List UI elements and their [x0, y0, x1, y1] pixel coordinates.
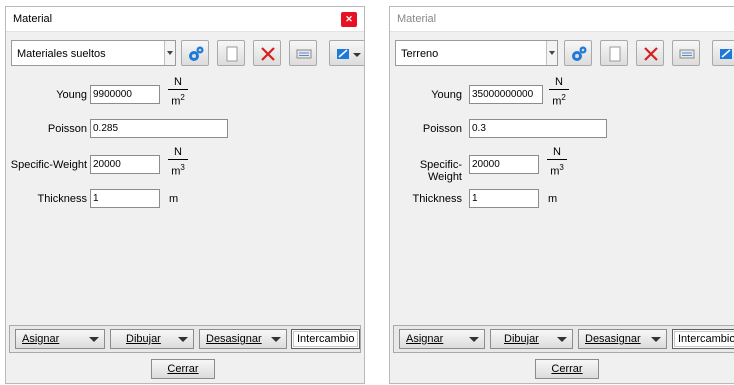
thickness-label: Thickness	[412, 193, 462, 205]
list-button[interactable]	[672, 40, 700, 66]
specific-weight-input[interactable]: 20000	[90, 155, 160, 174]
chevron-down-icon[interactable]	[546, 41, 557, 65]
young-input[interactable]: 9900000	[90, 85, 160, 104]
young-input[interactable]: 35000000000	[469, 85, 543, 104]
material-window-right: Material Terreno Young 35000000000 N m2 …	[389, 6, 734, 384]
chevron-down-icon	[552, 330, 572, 348]
window-title: Material	[397, 13, 437, 25]
list-button[interactable]	[289, 40, 317, 66]
edit-material-button[interactable]	[181, 40, 209, 66]
color-edit-button[interactable]	[712, 40, 734, 66]
intercambio-button[interactable]: Intercambio	[291, 329, 360, 349]
specific-weight-input[interactable]: 20000	[469, 155, 539, 174]
color-edit-button[interactable]	[329, 40, 364, 66]
material-window-left: Material ✕ Materiales sueltos Young 9900…	[5, 6, 365, 384]
material-select-value: Materiales sueltos	[17, 48, 106, 60]
cerrar-button[interactable]: Cerrar	[535, 359, 599, 379]
poisson-label: Poisson	[47, 123, 87, 135]
list-icon	[679, 49, 695, 59]
title-bar: Material	[390, 7, 734, 32]
color-edit-icon	[720, 49, 732, 59]
color-edit-icon	[337, 49, 361, 59]
unit-meter: m	[548, 193, 558, 205]
chevron-down-icon[interactable]	[164, 41, 175, 65]
chevron-down-icon	[646, 330, 666, 348]
toolbar: Materiales sueltos	[11, 40, 364, 68]
desasignar-button[interactable]: Desasignar	[199, 329, 287, 349]
poisson-input[interactable]: 0.3	[469, 119, 607, 138]
material-select[interactable]: Materiales sueltos	[11, 40, 176, 66]
list-icon	[296, 49, 312, 59]
action-bar: Asignar Dibujar Desasignar Intercambio	[393, 325, 734, 353]
asignar-button[interactable]: Asignar	[15, 329, 105, 349]
title-bar: Material ✕	[6, 7, 364, 32]
action-bar: Asignar Dibujar Desasignar Intercambio	[9, 325, 361, 353]
material-select-value: Terreno	[401, 48, 439, 60]
young-label: Young	[56, 89, 87, 101]
delete-material-button[interactable]	[253, 40, 281, 66]
cerrar-button[interactable]: Cerrar	[151, 359, 215, 379]
unit-meter: m	[169, 193, 179, 205]
chevron-down-icon	[84, 330, 104, 348]
window-title: Material	[13, 13, 53, 25]
thickness-input[interactable]: 1	[469, 189, 539, 208]
document-icon	[609, 46, 621, 62]
delete-x-icon	[261, 47, 275, 61]
new-material-button[interactable]	[217, 40, 245, 66]
intercambio-button[interactable]: Intercambio	[672, 329, 734, 349]
young-label: Young	[431, 89, 462, 101]
chevron-down-icon	[464, 330, 484, 348]
gears-icon	[189, 46, 204, 61]
new-material-button[interactable]	[600, 40, 628, 66]
unit-n-per-m3: N m3	[168, 146, 188, 178]
document-icon	[226, 46, 238, 62]
thickness-input[interactable]: 1	[90, 189, 160, 208]
delete-material-button[interactable]	[636, 40, 664, 66]
close-button[interactable]: ✕	[341, 12, 357, 27]
dibujar-button[interactable]: Dibujar	[490, 329, 573, 349]
unit-n-per-m3: N m3	[547, 146, 567, 178]
gears-icon	[572, 46, 587, 61]
specific-weight-label: Specific-Weight	[10, 159, 87, 171]
delete-x-icon	[644, 47, 658, 61]
edit-material-button[interactable]	[564, 40, 592, 66]
unit-n-per-m2: N m2	[549, 76, 569, 108]
chevron-down-icon	[173, 330, 193, 348]
dibujar-button[interactable]: Dibujar	[110, 329, 194, 349]
material-select[interactable]: Terreno	[395, 40, 558, 66]
toolbar: Terreno	[395, 40, 734, 68]
asignar-button[interactable]: Asignar	[399, 329, 485, 349]
desasignar-button[interactable]: Desasignar	[578, 329, 667, 349]
chevron-down-icon	[266, 330, 286, 348]
poisson-input[interactable]: 0.285	[90, 119, 228, 138]
unit-n-per-m2: N m2	[168, 76, 188, 108]
specific-weight-label: Specific-Weight	[419, 159, 462, 183]
poisson-label: Poisson	[422, 123, 462, 135]
thickness-label: Thickness	[37, 193, 87, 205]
